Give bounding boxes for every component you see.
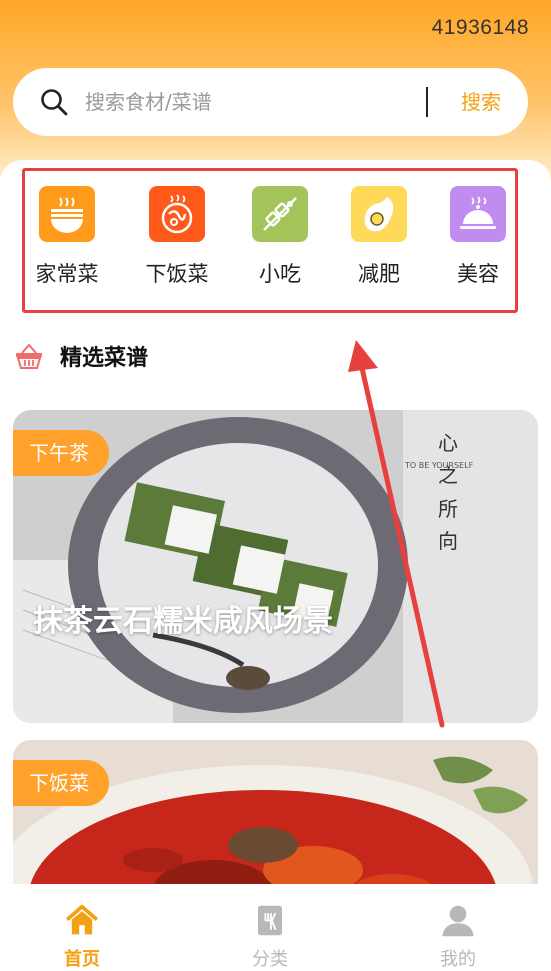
overlay-char-3: 所 [438, 497, 458, 521]
overlay-char-4: 向 [438, 529, 458, 553]
section-header: 精选菜谱 [14, 338, 148, 374]
section-title: 精选菜谱 [60, 346, 149, 371]
search-bar[interactable]: 搜索 [13, 68, 528, 136]
home-icon [65, 904, 99, 935]
basket-icon [16, 343, 42, 369]
tab-home[interactable]: 首页 [22, 884, 142, 971]
status-id-text: 41936148 [431, 16, 529, 39]
category-highlight-box [22, 168, 518, 313]
profile-icon [442, 905, 474, 937]
tab-profile[interactable]: 我的 [398, 884, 518, 971]
overlay-caption: TO BE YOURSELF [404, 461, 474, 470]
recipe-title: 抹茶云石糯米咸风场景 [33, 604, 333, 639]
search-icon [41, 89, 68, 116]
tab-label: 首页 [64, 949, 100, 970]
recipe-card[interactable]: 心 之 TO BE YOURSELF 所 向 下午茶 抹茶云石糯米咸风场景 [13, 410, 538, 723]
recipe-tag: 下饭菜 [13, 760, 109, 806]
category-icon [257, 905, 283, 936]
tab-label: 我的 [440, 949, 476, 970]
tab-label: 分类 [252, 949, 288, 970]
search-button[interactable]: 搜索 [443, 82, 519, 122]
overlay-char-1: 心 [438, 431, 458, 455]
recipe-tag: 下午茶 [13, 430, 109, 476]
search-divider [426, 87, 428, 117]
bottom-tab-bar: 首页 分类 我的 [0, 884, 551, 971]
search-input[interactable] [85, 82, 415, 122]
tab-category[interactable]: 分类 [210, 884, 330, 971]
